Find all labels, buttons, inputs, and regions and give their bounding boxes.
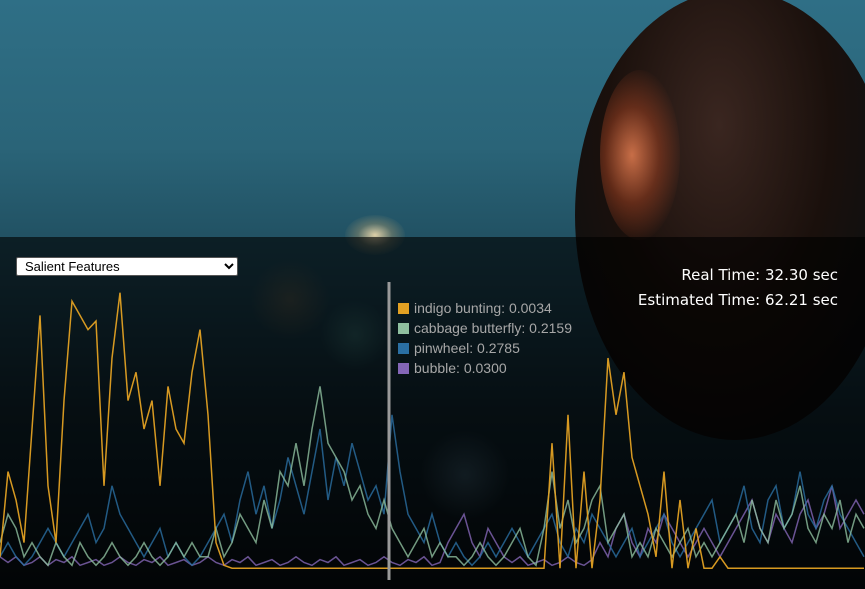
series-line-pinwheel (0, 414, 865, 567)
series-line-bubble (0, 485, 865, 567)
legend-label: bubble: 0.0300 (414, 360, 507, 376)
legend-item-pinwheel: pinwheel: 0.2785 (398, 338, 572, 358)
feature-select[interactable]: Salient Features (16, 257, 238, 276)
legend-label: cabbage butterfly: 0.2159 (414, 320, 573, 336)
legend: indigo bunting: 0.0034 cabbage butterfly… (398, 298, 572, 378)
face-highlight (600, 70, 680, 240)
legend-label: pinwheel: 0.2785 (414, 340, 520, 356)
legend-swatch (398, 302, 409, 314)
legend-item-cabbage-butterfly: cabbage butterfly: 0.2159 (398, 318, 572, 338)
legend-swatch (398, 322, 409, 334)
legend-item-indigo-bunting: indigo bunting: 0.0034 (398, 298, 572, 318)
legend-swatch (398, 362, 409, 374)
legend-swatch (398, 342, 409, 354)
legend-item-bubble: bubble: 0.0300 (398, 358, 572, 378)
series-line-cabbage-butterfly (0, 386, 865, 567)
legend-label: indigo bunting: 0.0034 (414, 300, 552, 316)
